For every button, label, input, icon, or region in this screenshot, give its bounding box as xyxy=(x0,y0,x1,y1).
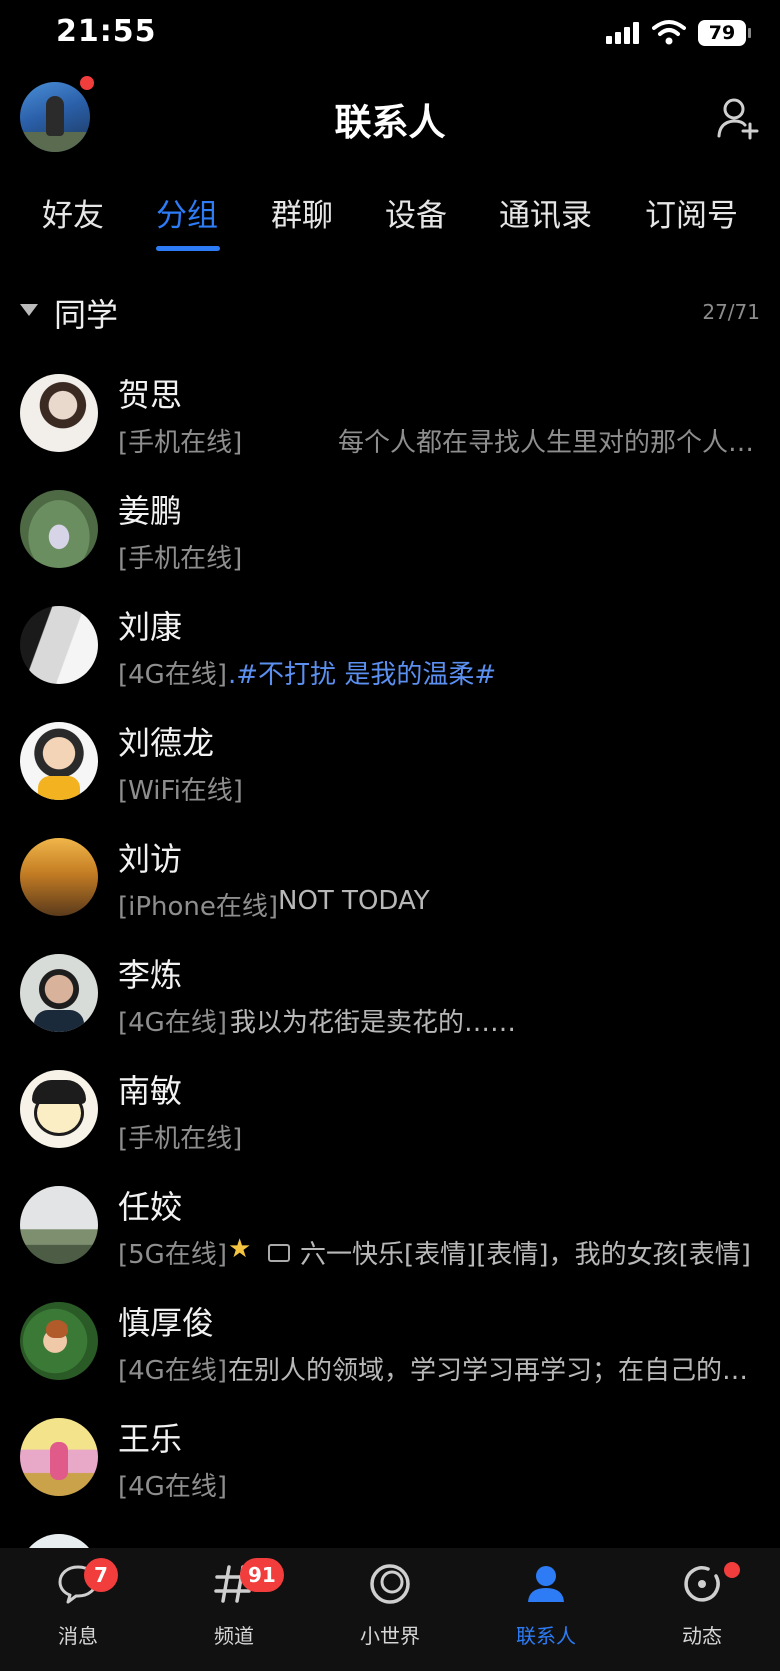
contact-name: 南敏 xyxy=(118,1072,183,1110)
group-header[interactable]: 同学 27/71 xyxy=(0,290,780,334)
list-item[interactable]: 慎厚俊 [4G在线] 在别人的领域，学习学习再学习；在自己的… xyxy=(0,1292,780,1408)
contact-status: [手机在线] xyxy=(118,428,243,458)
contact-signature: NOT TODAY xyxy=(278,886,430,916)
list-item[interactable]: 南敏 [手机在线] xyxy=(0,1060,780,1176)
feed-icon xyxy=(684,1566,720,1602)
small-world-icon xyxy=(370,1564,410,1604)
avatar xyxy=(20,954,98,1032)
contact-tabs: 好友 分组 群聊 设备 通讯录 订阅号 xyxy=(0,190,780,246)
contact-status: [WiFi在线] xyxy=(118,776,243,806)
cellular-signal-icon xyxy=(606,22,642,44)
contact-name: 李炼 xyxy=(118,956,183,994)
nav-contacts[interactable]: 联系人 xyxy=(468,1548,624,1671)
avatar xyxy=(20,1070,98,1148)
bottom-nav: 7 消息 91 频道 小世界 联系人 动态 xyxy=(0,1548,780,1671)
nav-label: 小世界 xyxy=(360,1624,420,1648)
contact-status: [4G在线] xyxy=(118,1356,227,1386)
messages-badge: 7 xyxy=(84,1558,118,1592)
tab-friends[interactable]: 好友 xyxy=(42,190,104,235)
contact-name: 刘德龙 xyxy=(118,724,215,762)
list-item[interactable] xyxy=(0,1524,780,1549)
wifi-icon xyxy=(652,20,686,45)
avatar xyxy=(20,1302,98,1380)
list-item[interactable]: 刘德龙 [WiFi在线] xyxy=(0,712,780,828)
contacts-icon xyxy=(528,1566,564,1602)
contact-name: 王乐 xyxy=(118,1420,183,1458)
contact-signature: 我以为花街是卖花的…… xyxy=(230,1008,517,1038)
nav-feed[interactable]: 动态 xyxy=(624,1548,780,1671)
contact-name: 姜鹏 xyxy=(118,492,183,530)
collapse-arrow-icon xyxy=(20,304,38,316)
channels-badge: 91 xyxy=(240,1558,284,1592)
status-time: 21:55 xyxy=(56,14,157,49)
contact-signature: .#不打扰 是我的温柔# xyxy=(228,660,497,690)
contact-list: 贺思 [手机在线] 每个人都在寻找人生里对的那个人… 姜鹏 [手机在线] 刘康 … xyxy=(0,364,780,1549)
notification-dot xyxy=(78,74,96,92)
status-bar: 21:55 79 xyxy=(0,0,780,70)
list-item[interactable]: 姜鹏 [手机在线] xyxy=(0,480,780,596)
feed-dot xyxy=(724,1562,740,1578)
contact-status: [手机在线] xyxy=(118,1124,243,1154)
group-online-count: 27/71 xyxy=(702,300,760,324)
avatar xyxy=(20,1418,98,1496)
list-item[interactable]: 任姣 [5G在线] ★ 六一快乐[表情][表情]，我的女孩[表情] xyxy=(0,1176,780,1292)
battery-indicator: 79 xyxy=(698,20,751,46)
avatar xyxy=(20,490,98,568)
list-item[interactable]: 李炼 [4G在线] 我以为花街是卖花的…… xyxy=(0,944,780,1060)
avatar xyxy=(20,838,98,916)
tab-subscriptions[interactable]: 订阅号 xyxy=(645,190,738,235)
contact-signature: 六一快乐[表情][表情]，我的女孩[表情] xyxy=(300,1240,751,1270)
tab-devices[interactable]: 设备 xyxy=(385,190,447,235)
contact-name: 贺思 xyxy=(118,376,183,414)
tab-address-book[interactable]: 通讯录 xyxy=(499,190,592,235)
contact-status: [4G在线] xyxy=(118,660,227,690)
list-item[interactable]: 刘访 [iPhone在线] NOT TODAY xyxy=(0,828,780,944)
contact-status: [iPhone在线] xyxy=(118,892,279,922)
contact-name: 刘康 xyxy=(118,608,183,646)
avatar xyxy=(20,606,98,684)
tab-group-chats[interactable]: 群聊 xyxy=(271,190,333,235)
nav-label: 频道 xyxy=(214,1624,254,1648)
list-item[interactable]: 贺思 [手机在线] 每个人都在寻找人生里对的那个人… xyxy=(0,364,780,480)
active-tab-indicator xyxy=(156,246,220,251)
nav-messages[interactable]: 7 消息 xyxy=(0,1548,156,1671)
contact-name: 任姣 xyxy=(118,1188,183,1226)
add-friend-icon[interactable] xyxy=(716,96,760,140)
nav-small-world[interactable]: 小世界 xyxy=(312,1548,468,1671)
list-item[interactable]: 王乐 [4G在线] xyxy=(0,1408,780,1524)
star-icon: ★ xyxy=(228,1234,252,1264)
page-title: 联系人 xyxy=(334,101,446,144)
nav-label: 消息 xyxy=(58,1624,98,1648)
avatar xyxy=(20,722,98,800)
nav-channels[interactable]: 91 频道 xyxy=(156,1548,312,1671)
nav-label: 动态 xyxy=(682,1624,722,1648)
avatar xyxy=(20,374,98,452)
avatar xyxy=(20,1534,98,1549)
contact-name: 慎厚俊 xyxy=(118,1304,215,1342)
contact-status: [手机在线] xyxy=(118,544,243,574)
list-item[interactable]: 刘康 [4G在线] .#不打扰 是我的温柔# xyxy=(0,596,780,712)
avatar xyxy=(20,1186,98,1264)
contact-status: [4G在线] xyxy=(118,1472,227,1502)
image-icon xyxy=(262,1238,296,1268)
contact-name: 刘访 xyxy=(118,840,183,878)
nav-label: 联系人 xyxy=(516,1624,576,1648)
contact-signature: 每个人都在寻找人生里对的那个人… xyxy=(338,428,755,458)
contact-status: [4G在线] xyxy=(118,1008,227,1038)
contact-signature: 在别人的领域，学习学习再学习；在自己的… xyxy=(228,1356,749,1386)
group-name: 同学 xyxy=(54,296,119,334)
tab-groups[interactable]: 分组 xyxy=(156,190,218,235)
contact-status: [5G在线] xyxy=(118,1240,227,1270)
